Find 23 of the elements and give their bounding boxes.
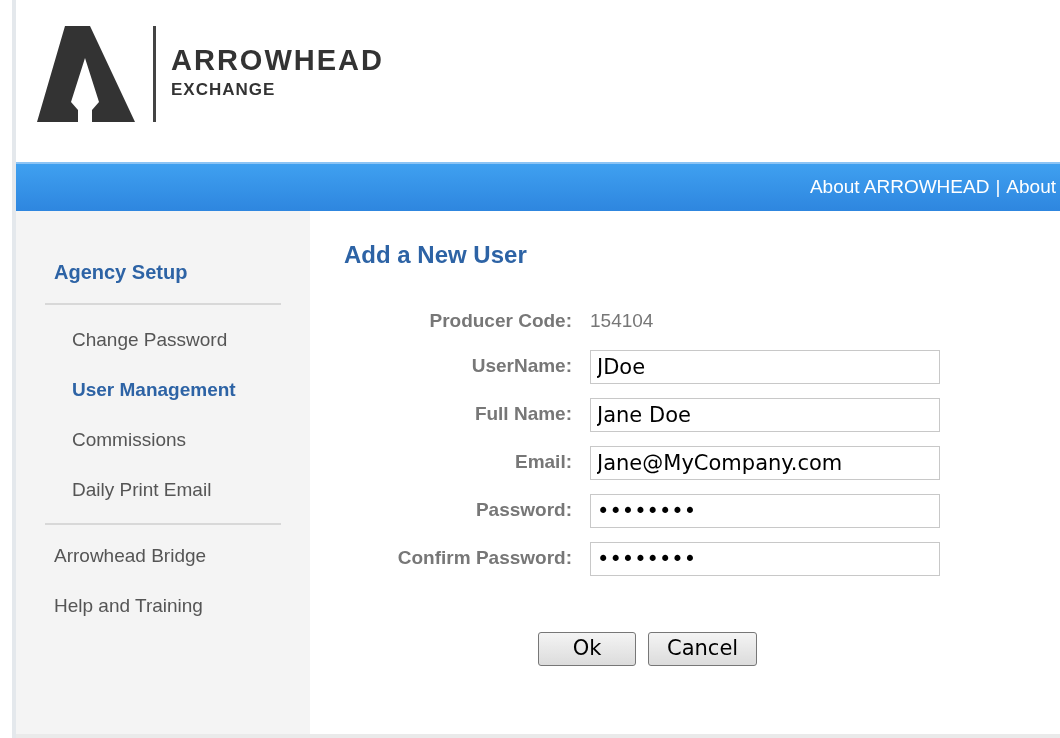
arrowhead-logo-icon — [37, 26, 137, 122]
form-button[interactable]: Ok — [538, 631, 636, 666]
sidebar-heading[interactable]: Agency Setup — [45, 257, 281, 303]
field-label: Full Name: — [473, 402, 572, 427]
sidebar-item[interactable]: Arrowhead Bridge — [45, 543, 281, 569]
field-label: Email: — [513, 450, 572, 475]
field-label: UserName: — [470, 354, 572, 379]
field-label: Confirm Password: — [396, 546, 572, 571]
logo-title: ARROWHEAD — [171, 46, 384, 75]
input-field[interactable]: •••••••• — [590, 541, 940, 576]
field-label: Producer Code: — [428, 309, 572, 333]
sidebar-item[interactable]: Commissions — [45, 423, 281, 457]
nav-separator: | — [995, 175, 1001, 200]
logo-subtitle: EXCHANGE — [171, 81, 277, 98]
form-title: Add a New User — [344, 240, 528, 270]
sidebar-item[interactable]: User Management — [45, 373, 281, 407]
sidebar-item[interactable]: Daily Print Email — [45, 473, 281, 507]
form-button[interactable]: Cancel — [648, 631, 758, 666]
input-field[interactable]: •••••••• — [590, 493, 940, 528]
producer-code-value: 154104 — [590, 311, 655, 332]
sidebar-item[interactable]: Change Password — [45, 323, 281, 357]
field-label: Password: — [474, 498, 572, 523]
sidebar-item[interactable]: Help and Training — [45, 593, 281, 619]
